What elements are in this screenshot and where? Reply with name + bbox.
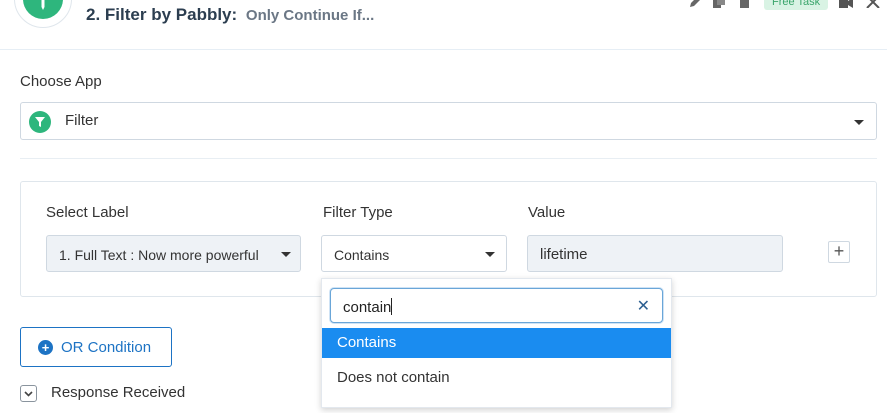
filter-icon [41, 0, 45, 10]
video-icon[interactable] [839, 0, 853, 8]
app-logo [14, 0, 72, 28]
chevron-down-icon [485, 252, 495, 257]
or-condition-label: OR Condition [61, 339, 152, 356]
copy-icon[interactable] [712, 0, 726, 8]
step-title: 2. Filter by Pabbly: Only Continue If... [86, 5, 374, 25]
dropdown-search-input[interactable]: contain ✕ [330, 288, 663, 323]
clear-search-icon[interactable]: ✕ [637, 296, 650, 316]
filter-type-heading: Filter Type [323, 204, 393, 221]
text-cursor [391, 298, 393, 315]
step-action: Only Continue If... [245, 7, 375, 24]
section-divider [20, 158, 877, 159]
value-heading: Value [528, 204, 566, 221]
dropdown-option-does-not-contain[interactable]: Does not contain [322, 363, 671, 393]
select-label-dropdown[interactable]: 1. Full Text : Now more powerful [46, 235, 301, 272]
pencil-icon[interactable] [688, 0, 702, 8]
or-condition-button[interactable]: + OR Condition [20, 327, 172, 367]
choose-app-select[interactable]: Filter [20, 102, 877, 140]
choose-app-value: Filter [65, 112, 99, 129]
free-task-badge: Free Task [764, 0, 829, 10]
response-toggle[interactable] [20, 385, 37, 402]
trash-icon[interactable] [737, 0, 751, 8]
step-header: 2. Filter by Pabbly: Only Continue If...… [0, 0, 887, 50]
chevron-down-icon [24, 390, 33, 397]
select-label-heading: Select Label [46, 204, 129, 221]
value-input-text: lifetime [540, 246, 588, 263]
select-label-value: 1. Full Text : Now more powerful [59, 247, 259, 263]
filter-icon [29, 111, 51, 133]
filter-type-menu: contain ✕ Contains Does not contain [321, 278, 672, 408]
add-condition-button[interactable]: + [828, 241, 850, 263]
chevron-down-icon [854, 120, 864, 125]
filter-type-dropdown[interactable]: Contains [321, 235, 507, 272]
response-received-label: Response Received [51, 384, 186, 401]
plus-circle-icon: + [38, 340, 53, 355]
step-number: 2. [86, 5, 101, 24]
value-input[interactable]: lifetime [527, 235, 783, 272]
dropdown-search-value: contain [343, 299, 392, 316]
chevron-down-icon [281, 252, 291, 257]
choose-app-label: Choose App [20, 73, 102, 90]
filter-type-value: Contains [334, 247, 390, 263]
step-app-name: Filter by Pabbly: [104, 5, 238, 24]
close-icon[interactable] [866, 0, 880, 8]
dropdown-option-contains[interactable]: Contains [322, 328, 671, 358]
